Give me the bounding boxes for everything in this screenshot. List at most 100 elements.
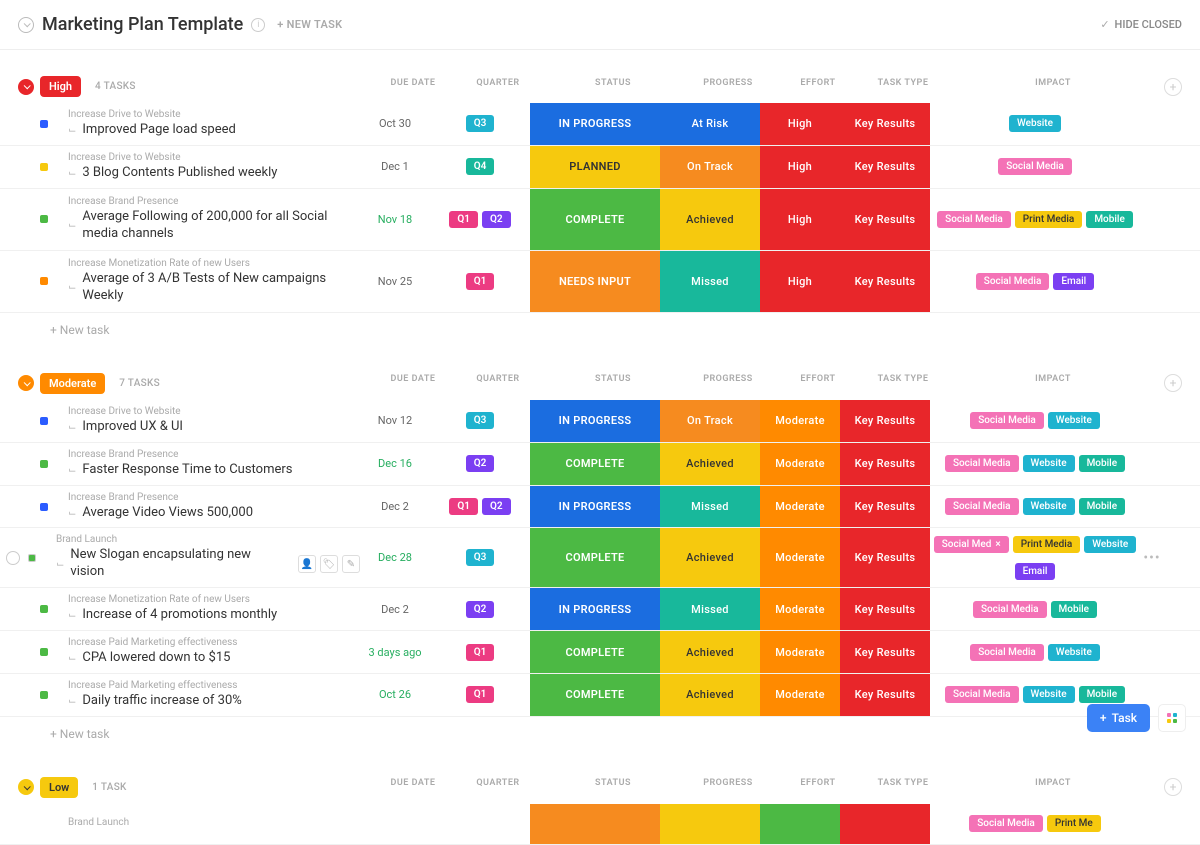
tag-button[interactable]: 🏷 <box>320 555 338 573</box>
effort-cell[interactable]: Moderate <box>760 443 840 485</box>
status-cell[interactable] <box>530 804 660 844</box>
quarter-cell[interactable]: Q1Q2 <box>430 189 530 250</box>
impact-cell[interactable]: Social MediaEmail <box>930 251 1140 312</box>
progress-cell[interactable]: Missed <box>660 588 760 630</box>
task-row[interactable]: Increase Monetization Rate of new Users … <box>0 588 1200 631</box>
collapse-all-toggle[interactable] <box>18 17 34 33</box>
impact-tag[interactable]: Mobile <box>1079 498 1126 515</box>
task-title[interactable]: 3 Blog Contents Published weekly <box>82 165 277 182</box>
task-row[interactable]: Increase Drive to Website ⌙3 Blog Conten… <box>0 146 1200 189</box>
col-due-date[interactable]: DUE DATE <box>378 778 448 796</box>
quarter-cell[interactable]: Q1 <box>430 674 530 716</box>
task-type-cell[interactable]: Key Results <box>840 588 930 630</box>
quarter-cell[interactable]: Q2 <box>430 588 530 630</box>
col-due-date[interactable]: DUE DATE <box>378 374 448 392</box>
impact-tag[interactable]: Email <box>1053 273 1094 290</box>
col-progress[interactable]: PROGRESS <box>678 778 778 796</box>
status-cell[interactable]: Complete <box>530 631 660 673</box>
effort-cell[interactable]: Moderate <box>760 400 840 442</box>
due-date[interactable]: Nov 18 <box>360 189 430 250</box>
col-effort[interactable]: EFFORT <box>778 778 858 796</box>
status-square[interactable] <box>40 277 48 285</box>
effort-cell[interactable]: Moderate <box>760 674 840 716</box>
task-type-cell[interactable]: Key Results <box>840 674 930 716</box>
impact-tag[interactable]: Social Media <box>970 412 1044 429</box>
col-impact[interactable]: IMPACT <box>948 78 1158 96</box>
impact-tag[interactable]: Social Media <box>969 815 1043 832</box>
effort-cell[interactable]: Moderate <box>760 631 840 673</box>
task-title[interactable]: Faster Response Time to Customers <box>82 462 292 479</box>
group-collapse-toggle[interactable] <box>18 779 34 795</box>
col-progress[interactable]: PROGRESS <box>678 374 778 392</box>
impact-tag[interactable]: Social Media <box>998 158 1072 175</box>
task-row[interactable]: Increase Drive to Website ⌙Improved Page… <box>0 103 1200 146</box>
progress-cell[interactable]: Achieved <box>660 674 760 716</box>
edit-button[interactable]: ✎ <box>342 555 360 573</box>
quarter-tag[interactable]: Q1 <box>466 273 495 290</box>
task-type-cell[interactable]: Key Results <box>840 400 930 442</box>
quarter-tag[interactable]: Q1 <box>449 498 478 515</box>
due-date[interactable]: Nov 12 <box>360 400 430 442</box>
impact-tag[interactable]: Mobile <box>1079 455 1126 472</box>
status-cell[interactable]: Planned <box>530 146 660 188</box>
status-square[interactable] <box>40 503 48 511</box>
status-square[interactable] <box>40 417 48 425</box>
quarter-tag[interactable]: Q3 <box>466 115 495 132</box>
new-task-fab[interactable]: + Task <box>1087 704 1150 732</box>
impact-tag[interactable]: Website <box>1023 686 1075 703</box>
status-cell[interactable]: In Progress <box>530 486 660 528</box>
status-circle[interactable] <box>6 551 20 565</box>
group-collapse-toggle[interactable] <box>18 375 34 391</box>
task-row[interactable]: Brand Launch Social MediaPrint Me <box>0 804 1200 845</box>
apps-grid-button[interactable] <box>1158 704 1186 732</box>
quarter-tag[interactable]: Q2 <box>482 498 511 515</box>
impact-tag[interactable]: Social Med <box>934 536 1009 553</box>
due-date[interactable]: Dec 2 <box>360 588 430 630</box>
task-title[interactable]: Increase of 4 promotions monthly <box>82 607 277 624</box>
impact-cell[interactable]: Social MediaWebsite <box>930 400 1140 442</box>
new-task-row[interactable]: + New task <box>0 313 1200 347</box>
impact-tag[interactable]: Website <box>1048 644 1100 661</box>
col-quarter[interactable]: QUARTER <box>448 778 548 796</box>
due-date[interactable]: Oct 26 <box>360 674 430 716</box>
col-due-date[interactable]: DUE DATE <box>378 78 448 96</box>
progress-cell[interactable]: Achieved <box>660 189 760 250</box>
task-title[interactable]: Average of 3 A/B Tests of New campaigns … <box>82 271 360 305</box>
group-badge[interactable]: High <box>40 76 81 97</box>
impact-cell[interactable]: Social MediaWebsiteMobile <box>930 443 1140 485</box>
add-column-button[interactable]: + <box>1164 374 1182 392</box>
task-type-cell[interactable]: Key Results <box>840 443 930 485</box>
row-menu[interactable]: ••• <box>1140 528 1164 587</box>
quarter-tag[interactable]: Q2 <box>466 601 495 618</box>
task-row[interactable]: Increase Brand Presence ⌙Average Followi… <box>0 189 1200 251</box>
quarter-cell[interactable]: Q4 <box>430 146 530 188</box>
task-type-cell[interactable]: Key Results <box>840 189 930 250</box>
quarter-tag[interactable]: Q3 <box>466 412 495 429</box>
due-date[interactable]: Dec 1 <box>360 146 430 188</box>
progress-cell[interactable]: On Track <box>660 400 760 442</box>
quarter-tag[interactable]: Q3 <box>466 549 495 566</box>
task-type-cell[interactable]: Key Results <box>840 103 930 145</box>
status-square[interactable] <box>40 691 48 699</box>
add-column-button[interactable]: + <box>1164 78 1182 96</box>
info-icon[interactable]: i <box>251 18 265 32</box>
effort-cell[interactable]: High <box>760 251 840 312</box>
progress-cell[interactable]: Achieved <box>660 631 760 673</box>
hide-closed-toggle[interactable]: ✓ HIDE CLOSED <box>1100 18 1182 31</box>
due-date[interactable]: 3 days ago <box>360 631 430 673</box>
status-cell[interactable]: Needs Input <box>530 251 660 312</box>
col-task-type[interactable]: TASK TYPE <box>858 778 948 796</box>
status-square[interactable] <box>40 820 48 828</box>
impact-tag[interactable]: Social Media <box>945 455 1019 472</box>
effort-cell[interactable]: Moderate <box>760 486 840 528</box>
quarter-cell[interactable] <box>430 804 530 844</box>
task-type-cell[interactable]: Key Results <box>840 631 930 673</box>
impact-cell[interactable]: Social MedPrint MediaWebsiteEmail <box>930 528 1140 587</box>
group-badge[interactable]: Moderate <box>40 373 105 394</box>
quarter-tag[interactable]: Q2 <box>482 211 511 228</box>
group-badge[interactable]: Low <box>40 777 78 798</box>
status-square[interactable] <box>40 605 48 613</box>
add-column-button[interactable]: + <box>1164 778 1182 796</box>
progress-cell[interactable]: Missed <box>660 486 760 528</box>
new-task-button[interactable]: + NEW TASK <box>277 18 342 31</box>
